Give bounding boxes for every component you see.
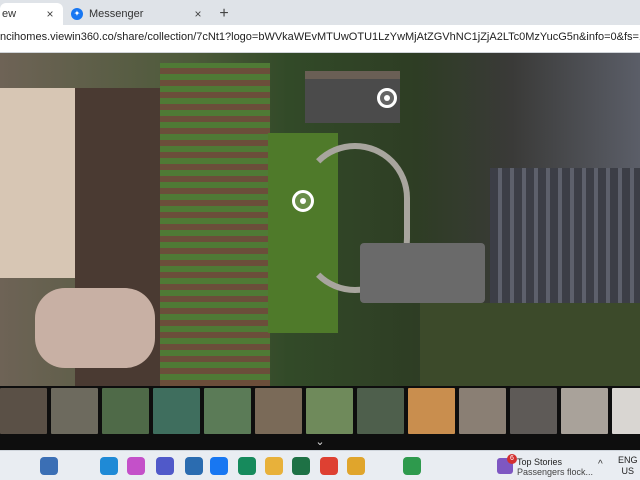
widgets-icon[interactable] (40, 457, 58, 475)
close-tab-icon[interactable]: × (191, 7, 205, 21)
news-widget[interactable]: 6 Top Stories Passengers flock... (497, 454, 597, 479)
right-tower (490, 168, 640, 303)
teams-icon[interactable] (156, 457, 174, 475)
chrome-icon[interactable] (320, 457, 338, 475)
messenger-icon: ✦ (71, 8, 83, 20)
scene-thumbnail[interactable] (102, 388, 149, 434)
hotspot-top-right[interactable] (377, 88, 397, 108)
scene-thumbnail[interactable] (0, 388, 47, 434)
taskbar: 6 Top Stories Passengers flock... ^ ENG … (0, 450, 640, 480)
tab-messenger[interactable]: ✦ Messenger × (63, 3, 211, 25)
tab-label: Messenger (89, 8, 144, 20)
news-subtitle: Passengers flock... (517, 467, 594, 477)
sway-icon[interactable] (238, 457, 256, 475)
explorer-icon[interactable] (265, 457, 283, 475)
scene-thumbnail[interactable] (153, 388, 200, 434)
tab-viewin360[interactable]: ew × (0, 3, 63, 25)
scene-thumbnail[interactable] (306, 388, 353, 434)
scene-thumbnail[interactable] (408, 388, 455, 434)
excel-icon[interactable] (292, 457, 310, 475)
news-title: Top Stories (517, 457, 563, 467)
new-tab-button[interactable]: + (213, 3, 235, 25)
chrome-alt-icon[interactable] (403, 457, 421, 475)
lang-line1: ENG (618, 455, 638, 465)
copilot-icon[interactable] (127, 457, 145, 475)
lang-line2: US (621, 466, 635, 476)
hillside-terraces (420, 303, 640, 386)
scene-thumbnail[interactable] (510, 388, 557, 434)
mid-pavilion (360, 243, 485, 303)
facebook-icon[interactable] (210, 457, 228, 475)
green-facade (160, 63, 270, 386)
scene-thumbnail[interactable] (51, 388, 98, 434)
scene-thumbnail[interactable] (204, 388, 251, 434)
chrome-profile-icon[interactable] (347, 457, 365, 475)
language-indicator[interactable]: ENG US (618, 455, 638, 477)
chevron-down-icon[interactable]: ⌄ (0, 436, 640, 450)
news-badge: 6 (507, 454, 517, 464)
address-bar[interactable]: ncihomes.viewin360.co/share/collection/7… (0, 25, 640, 53)
edge-icon[interactable] (100, 457, 118, 475)
scene-thumbnail[interactable] (357, 388, 404, 434)
scene-thumbnail[interactable] (561, 388, 608, 434)
scene-thumbnail[interactable] (612, 388, 640, 434)
store-icon[interactable] (185, 457, 203, 475)
scene-thumbnail[interactable] (459, 388, 506, 434)
scene-thumbnail[interactable] (255, 388, 302, 434)
tab-label: ew (2, 8, 17, 20)
hotspot-center[interactable] (292, 190, 314, 212)
browser-tab-strip: ew × ✦ Messenger × + (0, 0, 640, 25)
chevron-up-icon[interactable]: ^ (598, 459, 603, 470)
panorama-viewer[interactable] (0, 53, 640, 386)
thumbnail-strip (0, 386, 640, 436)
url-text[interactable]: ncihomes.viewin360.co/share/collection/7… (0, 31, 640, 47)
pool-deck (35, 288, 155, 368)
close-tab-icon[interactable]: × (43, 7, 57, 21)
